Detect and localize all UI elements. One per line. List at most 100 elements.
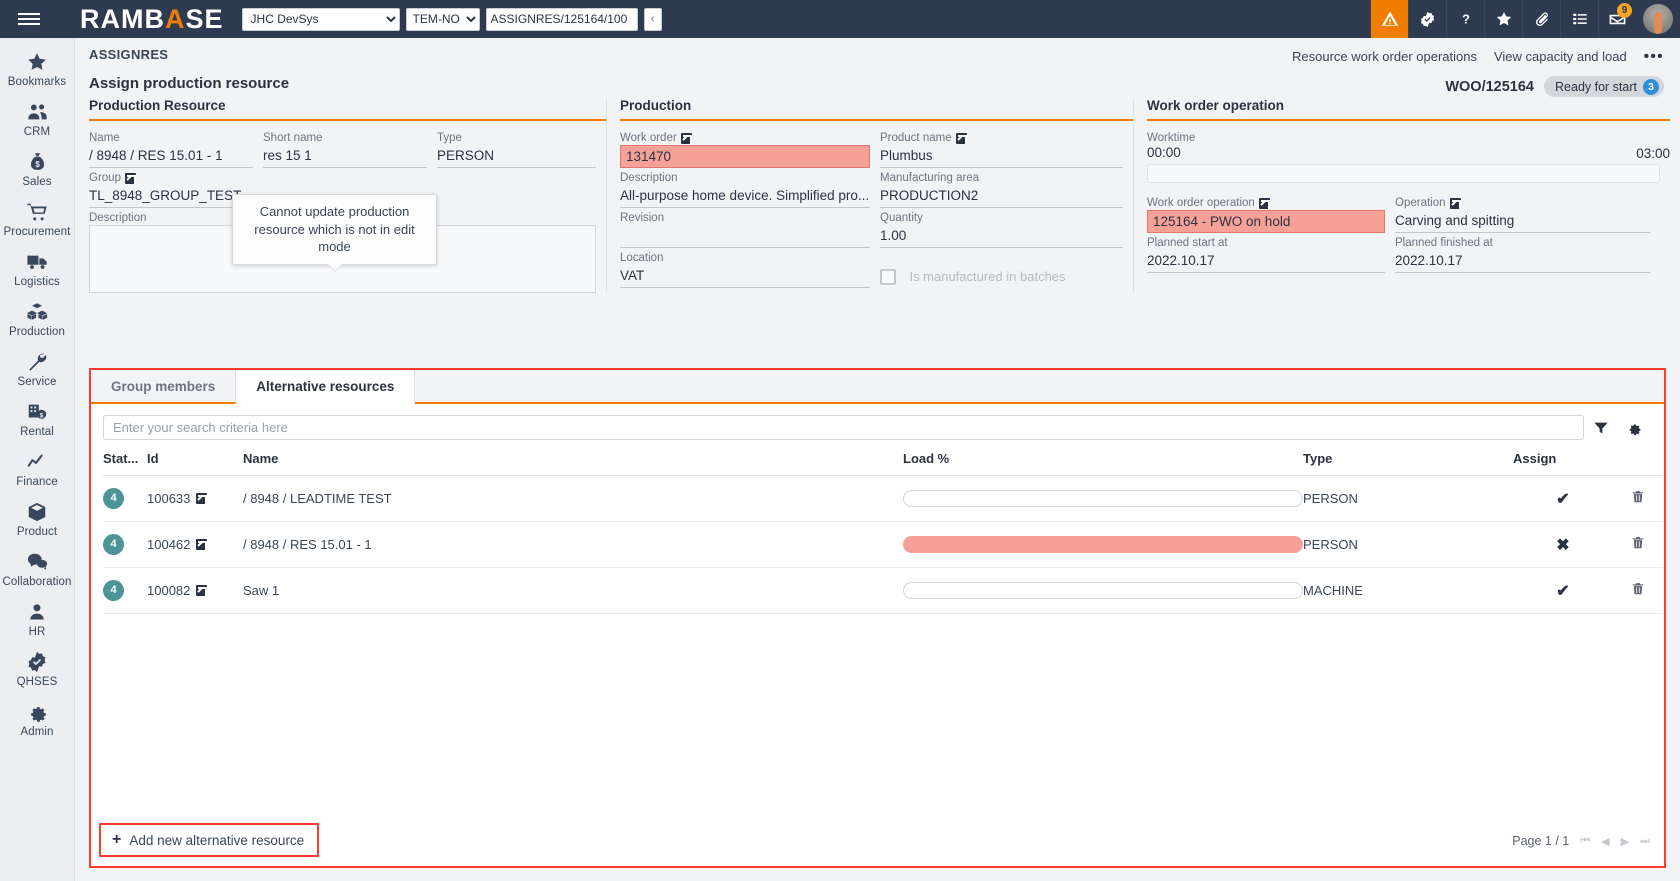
col-name[interactable]: Name [243, 449, 903, 476]
col-status[interactable]: Stat... [103, 449, 147, 476]
trash-icon[interactable] [1631, 493, 1645, 508]
table-row[interactable]: 4 100633 / 8948 / LEADTIME TEST PERSON ✔ [103, 476, 1663, 522]
field-label: Description [620, 172, 870, 184]
add-new-alternative-resource-button[interactable]: + Add new alternative resource [99, 823, 319, 857]
col-type[interactable]: Type [1303, 449, 1513, 476]
external-link-icon[interactable] [196, 585, 207, 596]
field-value[interactable]: TL_8948_GROUP_TEST [89, 185, 253, 208]
first-page-button[interactable]: ⏮ [1580, 835, 1590, 848]
sidebar-item-qhses[interactable]: QHSES [0, 644, 74, 694]
field-value[interactable]: All-purpose home device. Simplified pro.… [620, 185, 870, 208]
sidebar-item-service[interactable]: Service [0, 344, 74, 394]
cell-status: 4 [103, 568, 147, 614]
field-label: Type [437, 132, 596, 144]
cell-name: / 8948 / LEADTIME TEST [243, 476, 903, 522]
system-select[interactable]: JHC DevSys [242, 8, 400, 31]
external-link-icon[interactable] [125, 173, 136, 184]
assign-toggle-icon[interactable]: ✔ [1556, 491, 1569, 508]
filter-icon[interactable] [1584, 420, 1617, 436]
external-link-icon[interactable] [1450, 198, 1461, 209]
alternative-resources-card: Group members Alternative resources [89, 368, 1666, 868]
boxes-icon [26, 301, 49, 323]
external-link-icon[interactable] [956, 133, 967, 144]
mail-icon[interactable]: 9 [1598, 0, 1636, 38]
col-load[interactable]: Load % [903, 449, 1303, 476]
verified-icon[interactable] [1408, 0, 1446, 38]
col-id[interactable]: Id [147, 449, 243, 476]
page-header: ASSIGNRES Assign production resource Res… [75, 38, 1680, 98]
cell-status: 4 [103, 476, 147, 522]
field-value[interactable]: Carving and spitting [1395, 210, 1650, 233]
next-page-button[interactable]: ▶ [1621, 835, 1629, 848]
list-icon[interactable] [1560, 0, 1598, 38]
field-value[interactable]: 131470 [620, 145, 870, 168]
field-value[interactable]: 1.00 [880, 225, 1123, 248]
sidebar-item-production[interactable]: Production [0, 294, 74, 344]
panel-divider [620, 119, 1133, 121]
sidebar-item-admin[interactable]: Admin [0, 694, 74, 744]
sidebar-item-logistics[interactable]: Logistics [0, 244, 74, 294]
help-icon[interactable]: ? [1446, 0, 1484, 38]
link-resource-work-order-operations[interactable]: Resource work order operations [1292, 49, 1477, 64]
sidebar-item-bookmarks[interactable]: Bookmarks [0, 44, 74, 94]
panel-production: Production Work order 131470 Product nam… [606, 98, 1133, 293]
more-actions-icon[interactable]: ••• [1644, 48, 1664, 65]
field-value[interactable]: VAT [620, 265, 870, 288]
assign-toggle-icon[interactable]: ✔ [1556, 583, 1569, 600]
tab-group-members[interactable]: Group members [91, 370, 236, 404]
cell-assign: ✔ [1513, 568, 1613, 614]
sidebar-item-product[interactable]: Product [0, 494, 74, 544]
sidebar-item-rental[interactable]: $ Rental [0, 394, 74, 444]
last-page-button[interactable]: ⏭ [1640, 835, 1650, 848]
sidebar-item-procurement[interactable]: Procurement [0, 194, 74, 244]
sidebar-item-collaboration[interactable]: Collaboration [0, 544, 74, 594]
field-value[interactable]: res 15 1 [263, 145, 427, 168]
sidebar-item-crm[interactable]: CRM [0, 94, 74, 144]
hamburger-menu-icon[interactable] [0, 0, 58, 38]
attachment-icon[interactable] [1522, 0, 1560, 38]
external-link-icon[interactable] [681, 133, 692, 144]
field-value[interactable]: Plumbus [880, 145, 1123, 168]
field-value[interactable]: PRODUCTION2 [880, 185, 1123, 208]
assign-toggle-icon[interactable]: ✖ [1556, 537, 1569, 554]
table-row[interactable]: 4 100462 / 8948 / RES 15.01 - 1 PERSON ✖ [103, 522, 1663, 568]
alternative-resources-table: Stat... Id Name Load % Type Assign 4 100… [103, 449, 1663, 614]
search-input[interactable] [103, 415, 1584, 440]
path-input[interactable]: ASSIGNRES/125164/100 [486, 8, 638, 31]
panel-work-order-operation: Work order operation Worktime 00:00 03:0… [1133, 98, 1670, 293]
status-badge[interactable]: Ready for start 3 [1544, 76, 1664, 97]
external-link-icon[interactable] [196, 539, 207, 550]
field-value[interactable]: / 8948 / RES 15.01 - 1 [89, 145, 253, 168]
sidebar-item-finance[interactable]: Finance [0, 444, 74, 494]
sidebar-item-label: Logistics [14, 276, 60, 288]
table-row[interactable]: 4 100082 Saw 1 MACHINE ✔ [103, 568, 1663, 614]
sidebar-item-hr[interactable]: HR [0, 594, 74, 644]
field-value[interactable]: PERSON [437, 145, 596, 168]
external-link-icon[interactable] [1259, 198, 1270, 209]
avatar[interactable] [1636, 0, 1680, 38]
col-assign[interactable]: Assign [1513, 449, 1613, 476]
load-bar [903, 536, 1303, 553]
template-select[interactable]: TEM-NO [406, 8, 480, 31]
row-id: 100082 [147, 583, 190, 598]
field-value[interactable]: 125164 - PWO on hold [1147, 210, 1385, 233]
sidebar-item-sales[interactable]: $ Sales [0, 144, 74, 194]
link-view-capacity-and-load[interactable]: View capacity and load [1494, 49, 1627, 64]
field-value[interactable]: 2022.10.17 [1147, 250, 1385, 273]
panel-production-resource: Production Resource Name / 8948 / RES 15… [89, 98, 606, 293]
field-value[interactable] [620, 225, 870, 248]
field-type: Type PERSON [437, 128, 606, 168]
tab-alternative-resources[interactable]: Alternative resources [236, 370, 415, 404]
field-value[interactable]: 2022.10.17 [1395, 250, 1650, 273]
path-previous-button[interactable]: ‹ [644, 8, 662, 31]
sidebar-item-label: Collaboration [2, 576, 71, 588]
star-icon[interactable] [1484, 0, 1522, 38]
external-link-icon[interactable] [196, 493, 207, 504]
gear-icon[interactable] [1617, 420, 1650, 436]
warning-icon[interactable] [1370, 0, 1408, 38]
trash-icon[interactable] [1631, 585, 1645, 600]
trash-icon[interactable] [1631, 539, 1645, 554]
batches-checkbox[interactable] [880, 269, 896, 285]
status-indicator: 4 [103, 580, 124, 601]
previous-page-button[interactable]: ◀ [1601, 835, 1609, 848]
